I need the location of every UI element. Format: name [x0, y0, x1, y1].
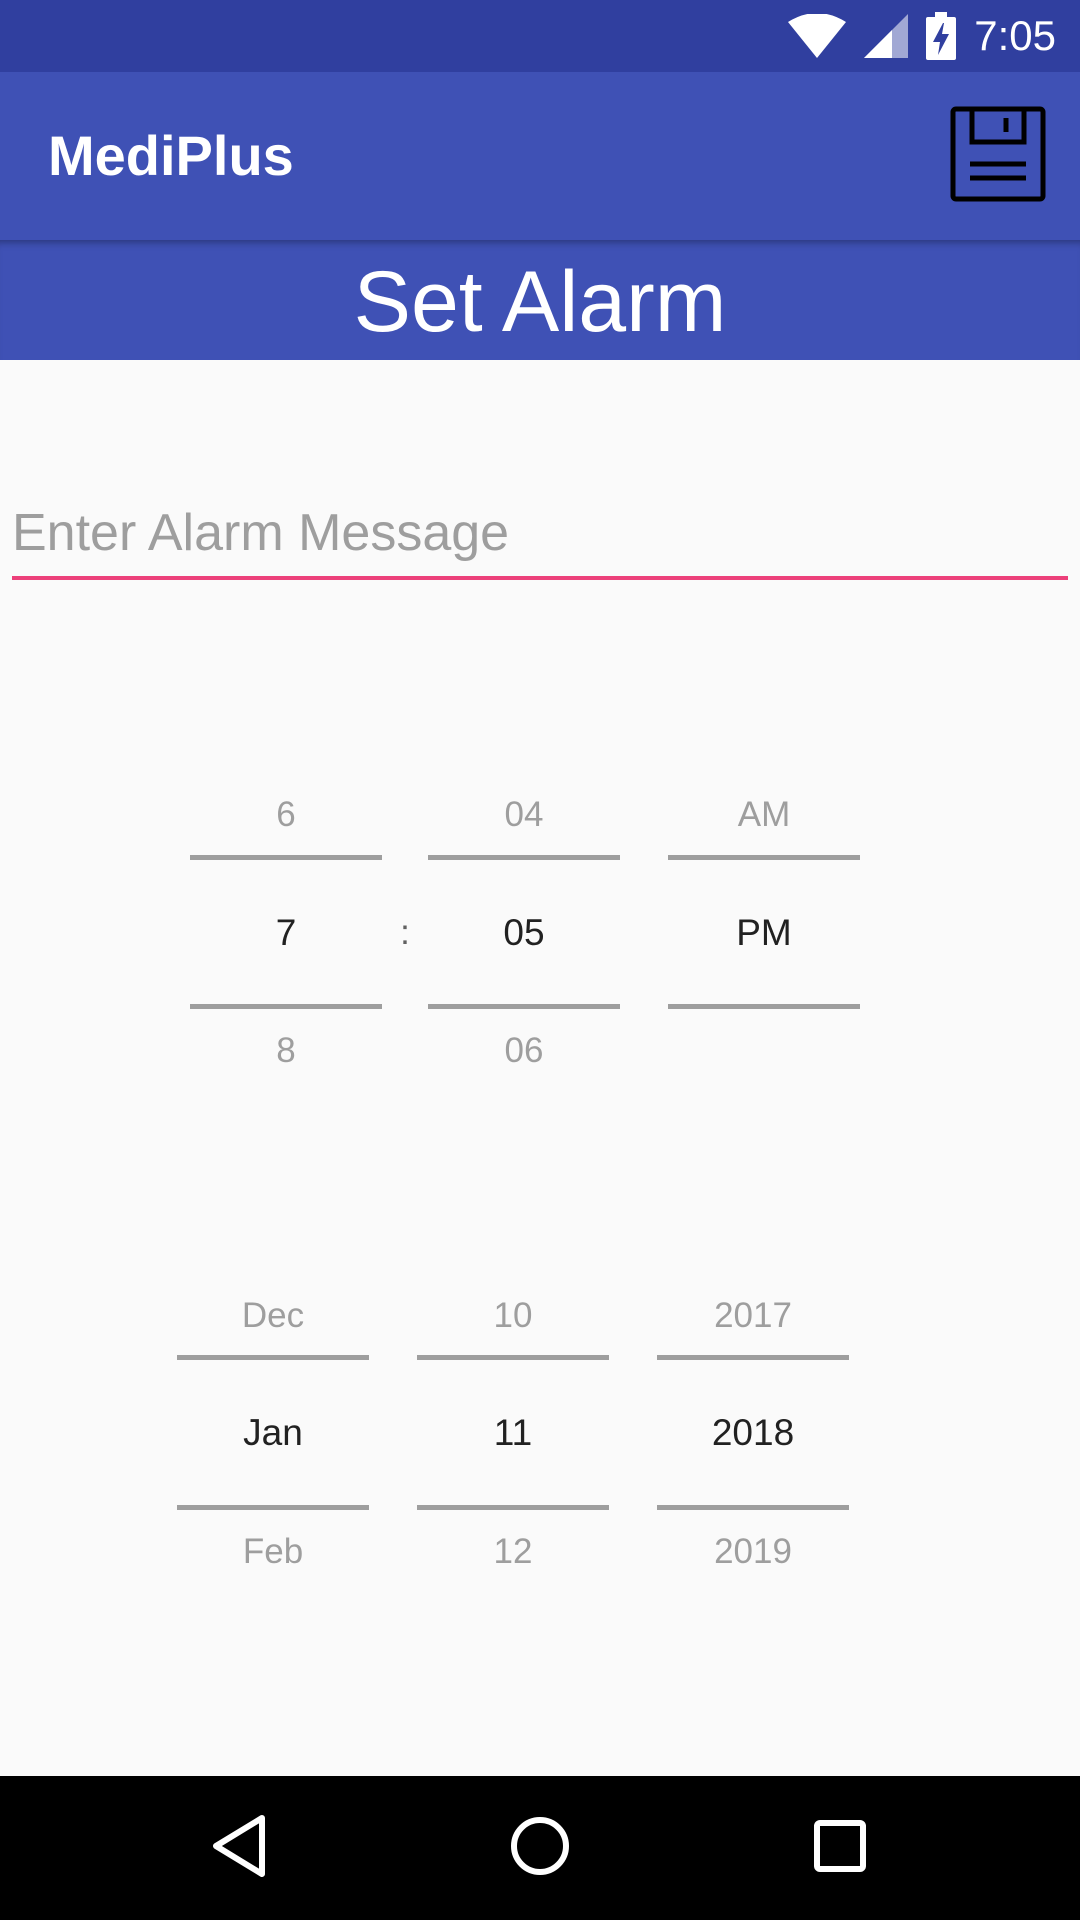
- header-banner: Set Alarm: [0, 240, 1080, 360]
- year-divider-top: [657, 1355, 849, 1360]
- wifi-icon: [788, 14, 847, 58]
- hour-selected[interactable]: 7: [190, 898, 382, 968]
- ampm-next[interactable]: [668, 1016, 860, 1086]
- day-divider-top: [417, 1355, 609, 1360]
- ampm-divider-bottom: [668, 1004, 860, 1009]
- battery-charging-icon: [926, 12, 957, 60]
- month-selected[interactable]: Jan: [177, 1398, 369, 1468]
- month-next[interactable]: Feb: [177, 1517, 369, 1587]
- ampm-selected[interactable]: PM: [668, 898, 860, 968]
- home-button[interactable]: [480, 1776, 600, 1920]
- hour-next[interactable]: 8: [190, 1016, 382, 1086]
- year-selected[interactable]: 2018: [657, 1398, 849, 1468]
- home-icon: [508, 1814, 572, 1883]
- day-prev[interactable]: 10: [417, 1281, 609, 1351]
- day-next[interactable]: 12: [417, 1517, 609, 1587]
- recents-button[interactable]: [780, 1776, 900, 1920]
- navigation-bar: [0, 1776, 1080, 1920]
- back-button[interactable]: [180, 1776, 300, 1920]
- status-icons: 7:05: [788, 0, 1056, 72]
- time-separator: :: [400, 913, 410, 952]
- minute-divider-bottom: [428, 1004, 620, 1009]
- ampm-prev[interactable]: AM: [668, 780, 860, 850]
- hour-prev[interactable]: 6: [190, 780, 382, 850]
- app-bar: MediPlus: [0, 72, 1080, 240]
- ampm-divider-top: [668, 855, 860, 860]
- alarm-message-input[interactable]: [12, 490, 1068, 580]
- month-divider-bottom: [177, 1505, 369, 1510]
- month-divider-top: [177, 1355, 369, 1360]
- month-prev[interactable]: Dec: [177, 1281, 369, 1351]
- save-button[interactable]: [946, 104, 1050, 208]
- day-selected[interactable]: 11: [417, 1398, 609, 1468]
- page-title: Set Alarm: [353, 254, 727, 350]
- hour-divider-top: [190, 855, 382, 860]
- year-prev[interactable]: 2017: [657, 1281, 849, 1351]
- minute-selected[interactable]: 05: [428, 898, 620, 968]
- day-divider-bottom: [417, 1505, 609, 1510]
- signal-icon: [864, 14, 909, 58]
- recents-icon: [812, 1818, 868, 1879]
- back-icon: [210, 1814, 270, 1883]
- minute-prev[interactable]: 04: [428, 780, 620, 850]
- hour-divider-bottom: [190, 1004, 382, 1009]
- app-title: MediPlus: [48, 124, 294, 187]
- status-time: 7:05: [974, 12, 1056, 59]
- status-bar: 7:05: [0, 0, 1080, 72]
- year-divider-bottom: [657, 1505, 849, 1510]
- year-next[interactable]: 2019: [657, 1517, 849, 1587]
- save-icon: [950, 106, 1046, 207]
- minute-divider-top: [428, 855, 620, 860]
- minute-next[interactable]: 06: [428, 1016, 620, 1086]
